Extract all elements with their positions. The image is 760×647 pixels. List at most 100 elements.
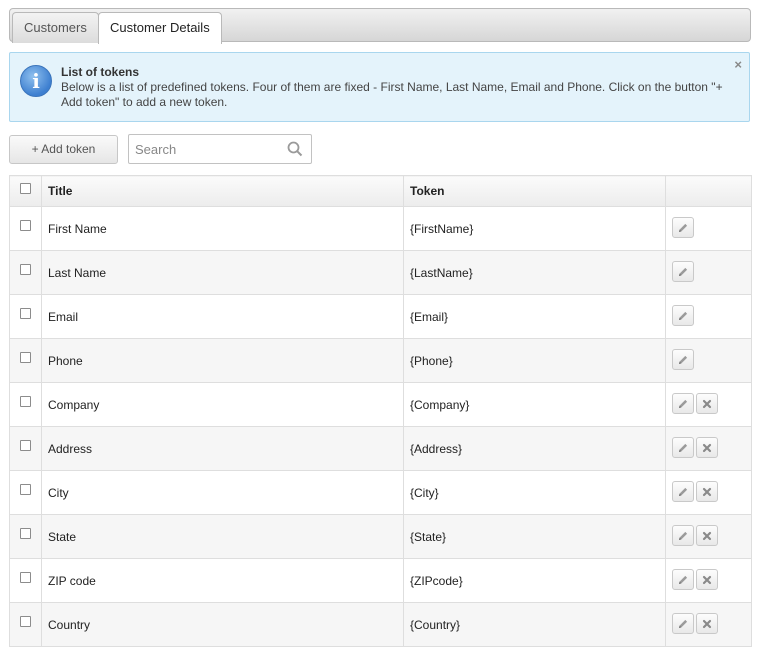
row-checkbox[interactable] (20, 571, 31, 583)
token-cell: {State} (403, 514, 666, 559)
add-token-button[interactable]: + Add token (9, 135, 118, 164)
select-all-checkbox[interactable] (20, 183, 31, 195)
edit-button[interactable] (672, 481, 694, 502)
table-row: Last Name {LastName} (9, 250, 752, 295)
edit-button[interactable] (672, 437, 694, 458)
token-cell: {FirstName} (403, 206, 666, 251)
column-header-title[interactable]: Title (41, 175, 404, 207)
title-cell: First Name (41, 206, 404, 251)
token-cell: {LastName} (403, 250, 666, 295)
pencil-icon (677, 443, 689, 457)
row-checkbox-cell (9, 338, 42, 383)
table-row: Email {Email} (9, 294, 752, 339)
title-cell: State (41, 514, 404, 559)
info-panel: i List of tokens Below is a list of pred… (9, 52, 750, 122)
actions-cell (665, 514, 752, 559)
pencil-icon (677, 487, 689, 501)
delete-button[interactable] (696, 481, 718, 502)
info-icon: i (20, 65, 52, 97)
title-cell: City (41, 470, 404, 515)
title-cell: Address (41, 426, 404, 471)
edit-button[interactable] (672, 569, 694, 590)
actions-cell (665, 250, 752, 295)
edit-button[interactable] (672, 261, 694, 282)
token-cell: {Address} (403, 426, 666, 471)
close-icon[interactable]: × (734, 57, 742, 72)
edit-button[interactable] (672, 525, 694, 546)
delete-button[interactable] (696, 613, 718, 634)
edit-button[interactable] (672, 349, 694, 370)
actions-cell (665, 206, 752, 251)
edit-button[interactable] (672, 393, 694, 414)
pencil-icon (677, 399, 689, 413)
row-checkbox-cell (9, 426, 42, 471)
row-checkbox[interactable] (20, 307, 31, 319)
table-row: Address {Address} (9, 426, 752, 471)
actions-cell (665, 338, 752, 383)
row-checkbox[interactable] (20, 395, 31, 407)
table-row: First Name {FirstName} (9, 206, 752, 251)
title-cell: Email (41, 294, 404, 339)
row-checkbox-cell (9, 558, 42, 603)
row-checkbox-cell (9, 514, 42, 559)
token-cell: {Phone} (403, 338, 666, 383)
title-cell: ZIP code (41, 558, 404, 603)
row-checkbox[interactable] (20, 527, 31, 539)
tab-customer-details[interactable]: Customer Details (98, 12, 222, 44)
pencil-icon (677, 223, 689, 237)
table-row: City {City} (9, 470, 752, 515)
pencil-icon (677, 531, 689, 545)
search-box (128, 134, 312, 164)
delete-button[interactable] (696, 437, 718, 458)
pencil-icon (677, 575, 689, 589)
x-icon (701, 575, 713, 589)
row-checkbox-cell (9, 206, 42, 251)
token-cell: {City} (403, 470, 666, 515)
row-checkbox[interactable] (20, 351, 31, 363)
column-header-token[interactable]: Token (403, 175, 666, 207)
x-icon (701, 443, 713, 457)
row-checkbox-cell (9, 382, 42, 427)
search-input[interactable] (129, 135, 279, 163)
actions-cell (665, 426, 752, 471)
token-cell: {Company} (403, 382, 666, 427)
row-checkbox[interactable] (20, 439, 31, 451)
info-title: List of tokens (61, 65, 140, 79)
info-text: Below is a list of predefined tokens. Fo… (61, 80, 723, 109)
title-cell: Phone (41, 338, 404, 383)
tab-bar: Customers Customer Details (9, 8, 751, 44)
select-all-cell (9, 175, 42, 207)
actions-cell (665, 558, 752, 603)
delete-button[interactable] (696, 393, 718, 414)
edit-button[interactable] (672, 305, 694, 326)
token-cell: {ZIPcode} (403, 558, 666, 603)
edit-button[interactable] (672, 613, 694, 634)
row-checkbox[interactable] (20, 483, 31, 495)
pencil-icon (677, 311, 689, 325)
tab-customers[interactable]: Customers (12, 12, 99, 43)
table-header-row: Title Token (9, 175, 752, 207)
table-row: Company {Company} (9, 382, 752, 427)
table-row: State {State} (9, 514, 752, 559)
row-checkbox-cell (9, 250, 42, 295)
row-checkbox[interactable] (20, 219, 31, 231)
row-checkbox-cell (9, 294, 42, 339)
x-icon (701, 531, 713, 545)
search-icon[interactable] (287, 141, 303, 157)
pencil-icon (677, 619, 689, 633)
delete-button[interactable] (696, 525, 718, 546)
pencil-icon (677, 355, 689, 369)
actions-cell (665, 294, 752, 339)
row-checkbox[interactable] (20, 263, 31, 275)
title-cell: Company (41, 382, 404, 427)
title-cell: Last Name (41, 250, 404, 295)
x-icon (701, 399, 713, 413)
x-icon (701, 487, 713, 501)
actions-cell (665, 470, 752, 515)
edit-button[interactable] (672, 217, 694, 238)
actions-cell (665, 382, 752, 427)
column-header-actions (665, 175, 752, 207)
delete-button[interactable] (696, 569, 718, 590)
row-checkbox[interactable] (20, 615, 31, 627)
pencil-icon (677, 267, 689, 281)
